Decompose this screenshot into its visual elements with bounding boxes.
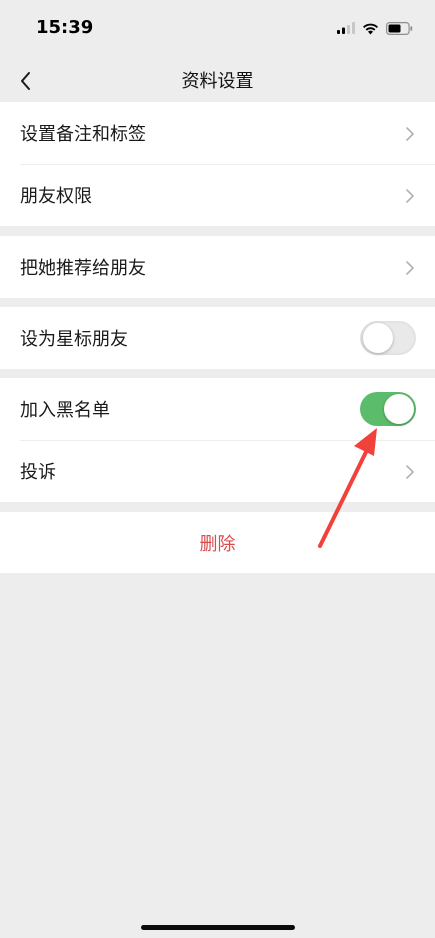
group-star: 设为星标朋友	[0, 307, 435, 369]
row-blacklist: 加入黑名单	[0, 378, 435, 440]
chevron-right-icon	[406, 465, 414, 479]
page-title: 资料设置	[181, 71, 254, 92]
status-time: 15:39	[36, 17, 94, 38]
star-friend-toggle[interactable]	[360, 321, 416, 355]
row-report-label: 投诉	[20, 462, 56, 483]
group-recommend: 把她推荐给朋友	[0, 236, 435, 298]
chevron-right-icon	[406, 127, 414, 141]
chevron-right-icon	[406, 261, 414, 275]
toggle-knob	[384, 394, 414, 424]
wifi-icon	[363, 23, 378, 34]
chevron-right-icon	[406, 189, 414, 203]
toggle-knob	[363, 323, 393, 353]
home-indicator[interactable]	[141, 925, 295, 930]
blacklist-toggle[interactable]	[360, 392, 416, 426]
nav-bar: 资料设置	[0, 58, 435, 102]
row-friend-permissions[interactable]: 朋友权限	[0, 164, 435, 226]
delete-label: 删除	[199, 534, 236, 555]
signal-icon	[337, 22, 355, 34]
row-star-friend-label: 设为星标朋友	[20, 329, 128, 350]
status-bar: 15:39	[0, 0, 435, 58]
row-blacklist-label: 加入黑名单	[20, 400, 110, 421]
row-star-friend: 设为星标朋友	[0, 307, 435, 369]
group-remark: 设置备注和标签 朋友权限	[0, 102, 435, 226]
status-icons	[337, 20, 413, 36]
row-friend-permissions-label: 朋友权限	[20, 186, 92, 207]
group-blacklist: 加入黑名单 投诉	[0, 378, 435, 502]
delete-button[interactable]: 删除	[0, 512, 435, 573]
row-remark-tags-label: 设置备注和标签	[20, 124, 146, 145]
row-recommend[interactable]: 把她推荐给朋友	[0, 236, 435, 298]
row-remark-tags[interactable]: 设置备注和标签	[0, 102, 435, 164]
row-recommend-label: 把她推荐给朋友	[20, 258, 146, 279]
battery-icon	[386, 21, 413, 35]
row-report[interactable]: 投诉	[0, 440, 435, 502]
